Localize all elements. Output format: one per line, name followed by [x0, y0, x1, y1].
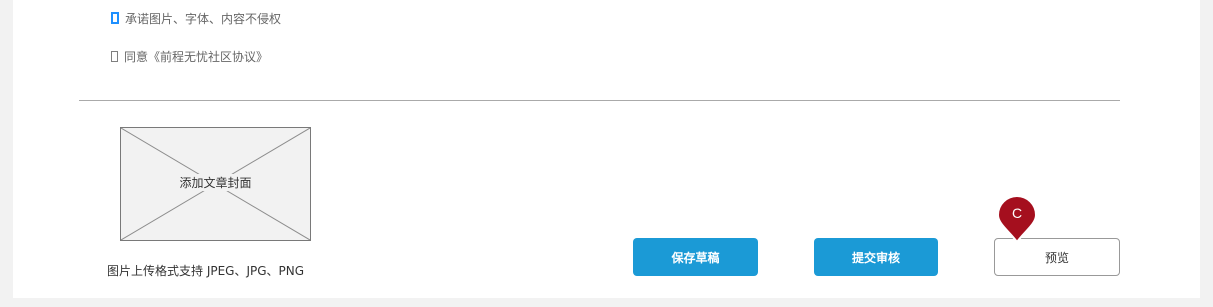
- community-checkbox[interactable]: [111, 50, 118, 62]
- save-draft-button[interactable]: 保存草稿: [633, 238, 758, 276]
- upload-format-hint: 图片上传格式支持 JPEG、JPG、PNG: [107, 264, 305, 278]
- copyright-checkbox[interactable]: [111, 12, 119, 24]
- agreement-copyright-row[interactable]: 承诺图片、字体、内容不侵权: [111, 10, 281, 26]
- submit-review-button[interactable]: 提交审核: [814, 238, 938, 276]
- marker-label: C: [1011, 205, 1023, 221]
- page: 承诺图片、字体、内容不侵权 同意《前程无忧社区协议》 添加文章封面 图片上传格式…: [0, 0, 1213, 307]
- annotation-marker: C: [996, 194, 1038, 244]
- community-label: 同意《前程无忧社区协议》: [124, 49, 269, 64]
- copyright-label: 承诺图片、字体、内容不侵权: [125, 11, 282, 26]
- cover-label-wrap: 添加文章封面: [121, 126, 310, 238]
- agreement-community-row[interactable]: 同意《前程无忧社区协议》: [111, 48, 268, 64]
- cover-label: 添加文章封面: [178, 173, 253, 191]
- cover-upload-area[interactable]: 添加文章封面: [120, 127, 311, 241]
- section-divider: [79, 100, 1120, 101]
